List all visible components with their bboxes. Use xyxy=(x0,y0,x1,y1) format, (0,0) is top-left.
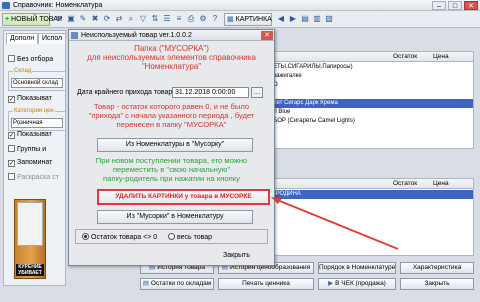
annotation-arrow xyxy=(271,197,399,250)
arrow-line xyxy=(274,198,399,250)
